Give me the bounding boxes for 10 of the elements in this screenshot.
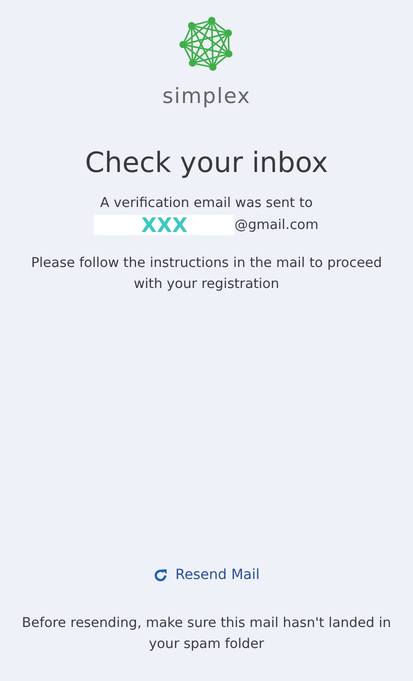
network-logo-icon [178, 16, 234, 72]
brand-name: simplex [162, 84, 251, 108]
sent-message: A verification email was sent to [100, 195, 313, 211]
redacted-email: XXX [94, 215, 234, 235]
page-title: Check your inbox [84, 146, 328, 179]
refresh-icon [153, 568, 168, 582]
instructions-text: Please follow the instructions in the mail to proceed with your registration [30, 254, 383, 294]
resend-mail-button[interactable]: Resend Mail [147, 563, 266, 587]
email-domain: @gmail.com [234, 217, 319, 233]
spam-folder-note: Before resending, make sure this mail hasn't landed in your spam folder [20, 614, 392, 654]
